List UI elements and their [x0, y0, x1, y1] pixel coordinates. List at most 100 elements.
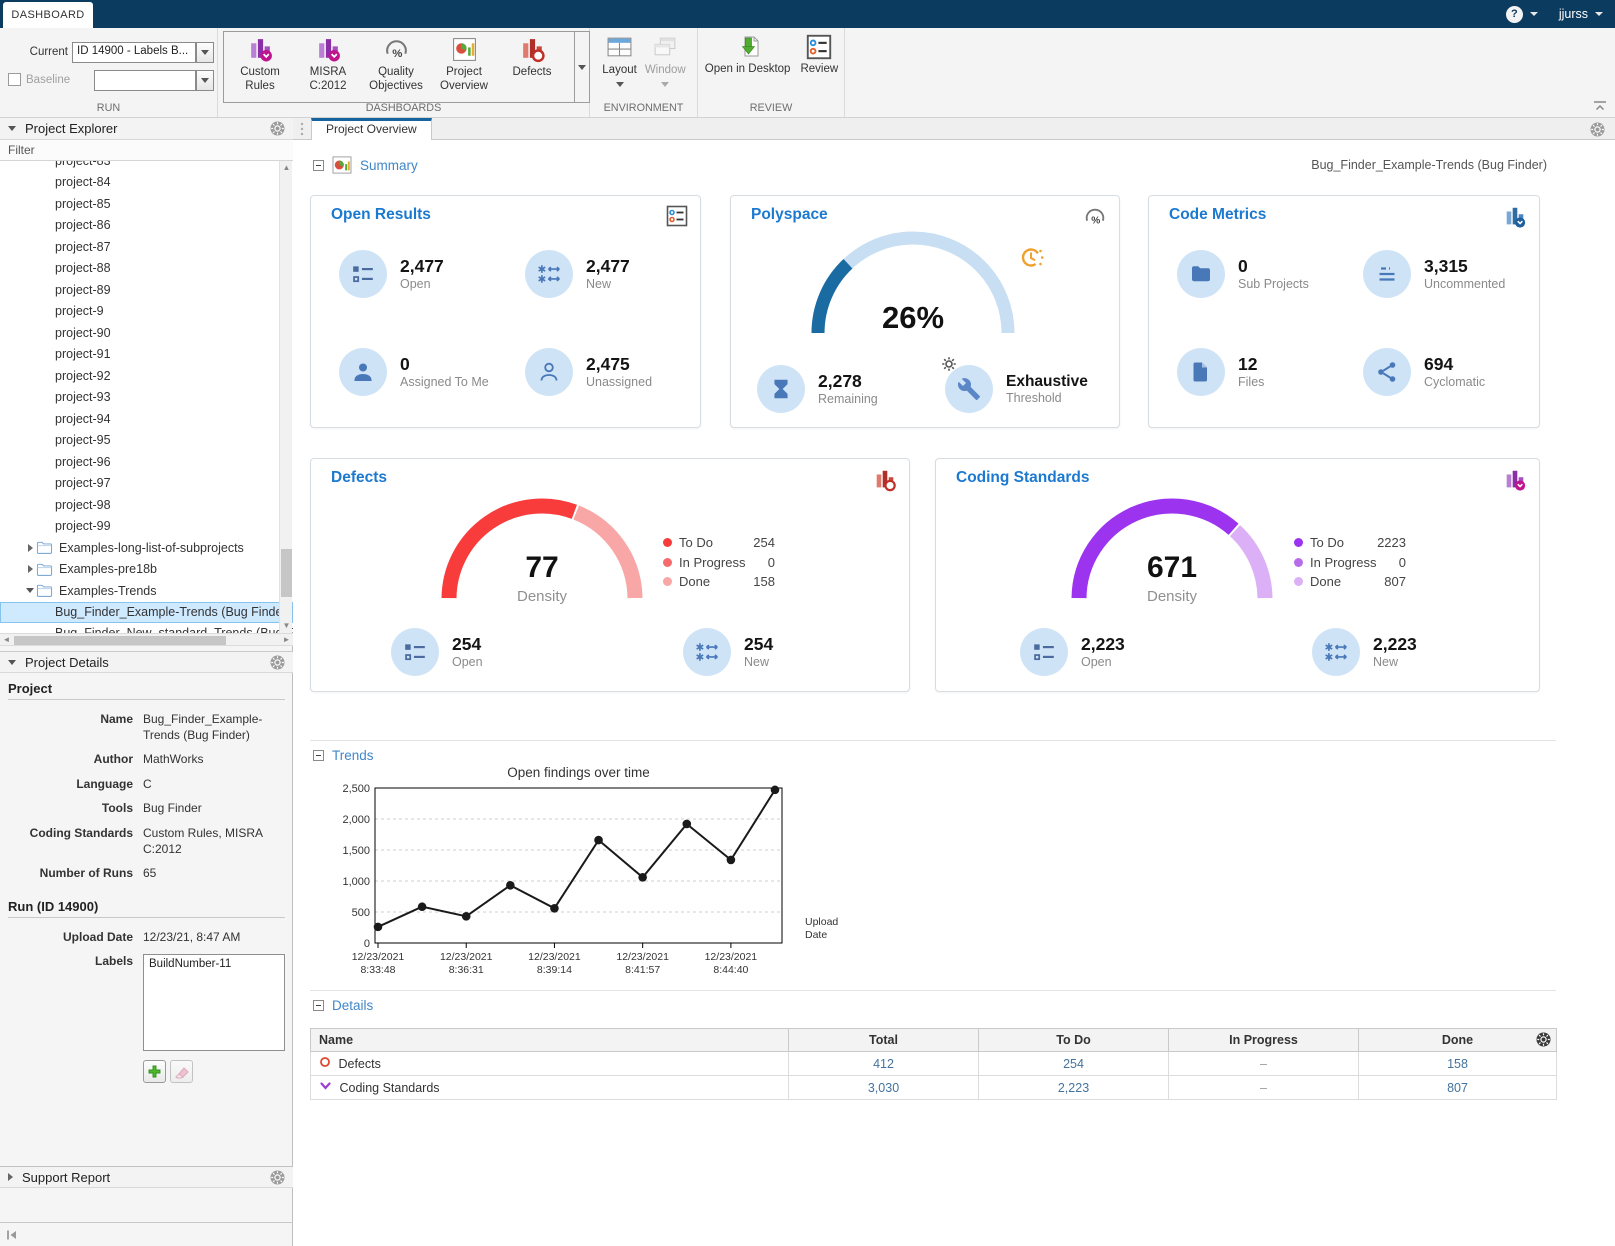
remove-label-button[interactable]	[170, 1060, 193, 1083]
table-row[interactable]: Coding Standards3,0302,223–807	[311, 1076, 1557, 1100]
tree-item[interactable]: project-83	[0, 161, 293, 172]
current-run-combo[interactable]: ID 14900 - Labels B...	[72, 42, 196, 63]
tree-item[interactable]: project-92	[0, 365, 293, 387]
row-name-cell[interactable]: Defects	[311, 1052, 789, 1076]
project-explorer-header[interactable]: Project Explorer	[0, 118, 293, 140]
tree-item[interactable]: Bug_Finder_Example-Trends (Bug Finder)	[0, 602, 293, 623]
tree-vertical-scrollbar[interactable]: ▲ ▼	[279, 161, 292, 633]
drag-grip-icon[interactable]	[300, 122, 304, 136]
column-header-to-do[interactable]: To Do	[979, 1029, 1169, 1052]
baseline-checkbox[interactable]	[8, 73, 21, 86]
collapse-sidebar-icon[interactable]	[6, 1230, 18, 1240]
project-details-header[interactable]: Project Details	[0, 651, 293, 673]
stat-remaining[interactable]: 2,278 Remaining	[757, 365, 878, 413]
scroll-down-icon[interactable]: ▼	[280, 620, 293, 632]
tree-item[interactable]: Examples-Trends	[0, 580, 293, 602]
row-value-cell[interactable]: 412	[789, 1052, 979, 1076]
stat-threshold[interactable]: Exhaustive Threshold	[945, 365, 1088, 413]
toolstrip-button-layout[interactable]: Layout	[602, 31, 637, 87]
tree-horizontal-scrollbar[interactable]: ◄ ►	[0, 633, 293, 646]
scroll-right-icon[interactable]: ►	[280, 634, 293, 645]
tree-item[interactable]: project-87	[0, 236, 293, 258]
stat-open[interactable]: 2,477 Open	[339, 250, 444, 298]
panel-menu-icon[interactable]	[270, 655, 285, 670]
help-icon[interactable]: ?	[1506, 6, 1523, 23]
column-header-done[interactable]: Done	[1359, 1029, 1557, 1052]
toolstrip-button-review[interactable]: Review	[800, 31, 838, 77]
user-caret-icon[interactable]	[1595, 12, 1603, 16]
stat-new[interactable]: 2,223 New	[1312, 628, 1417, 676]
tree-item[interactable]: project-9	[0, 301, 293, 323]
stat-uncommented[interactable]: 3,315 Uncommented	[1363, 250, 1505, 298]
table-settings-icon[interactable]	[1536, 1032, 1551, 1047]
tree-item[interactable]: project-97	[0, 473, 293, 495]
tree-item[interactable]: project-84	[0, 172, 293, 194]
tree-item[interactable]: project-90	[0, 322, 293, 344]
tree-item[interactable]: project-91	[0, 344, 293, 366]
baseline-combo[interactable]	[94, 70, 196, 91]
stat-cyclomatic[interactable]: 694 Cyclomatic	[1363, 348, 1485, 396]
collapse-summary-icon[interactable]	[313, 160, 324, 171]
stat-open[interactable]: 2,223 Open	[1020, 628, 1125, 676]
row-name-cell[interactable]: Coding Standards	[311, 1076, 789, 1100]
labels-listbox[interactable]: BuildNumber-11	[143, 954, 285, 1051]
add-label-button[interactable]	[143, 1060, 166, 1083]
toolstrip-button-open-in-desktop[interactable]: Open in Desktop	[705, 31, 791, 77]
stat-unassigned[interactable]: 2,475 Unassigned	[525, 348, 652, 396]
tree-item[interactable]: project-94	[0, 408, 293, 430]
caret-right-icon[interactable]	[24, 544, 36, 552]
help-caret-icon[interactable]	[1530, 12, 1538, 16]
tab-bar-menu-icon[interactable]	[1590, 122, 1605, 137]
tree-item[interactable]: project-88	[0, 258, 293, 280]
stat-open[interactable]: 254 Open	[391, 628, 483, 676]
tree-item[interactable]: Examples-long-list-of-subprojects	[0, 537, 293, 559]
row-value-cell[interactable]: 254	[979, 1052, 1169, 1076]
scroll-left-icon[interactable]: ◄	[0, 634, 13, 645]
tree-item[interactable]: Examples-pre18b	[0, 559, 293, 581]
row-value-cell[interactable]: 158	[1359, 1052, 1557, 1076]
stat-sub-projects[interactable]: 0 Sub Projects	[1177, 250, 1309, 298]
collapse-trends-icon[interactable]	[313, 750, 324, 761]
tree-item[interactable]: project-96	[0, 451, 293, 473]
stat-new[interactable]: 254 New	[683, 628, 773, 676]
support-report-header[interactable]: Support Report	[0, 1166, 293, 1188]
scroll-up-icon[interactable]: ▲	[280, 162, 293, 174]
panel-menu-icon[interactable]	[270, 1170, 285, 1185]
column-header-in-progress[interactable]: In Progress	[1169, 1029, 1359, 1052]
scrollbar-thumb[interactable]	[281, 549, 292, 597]
tree-item[interactable]: project-98	[0, 494, 293, 516]
column-header-total[interactable]: Total	[789, 1029, 979, 1052]
caret-down-icon[interactable]	[24, 588, 36, 593]
tree-item[interactable]: project-89	[0, 279, 293, 301]
tab-project-overview[interactable]: Project Overview	[311, 118, 432, 140]
panel-menu-icon[interactable]	[270, 121, 285, 136]
row-value-cell[interactable]: 3,030	[789, 1076, 979, 1100]
stat-files[interactable]: 12 Files	[1177, 348, 1264, 396]
caret-right-icon[interactable]	[24, 565, 36, 573]
current-run-combo-button[interactable]	[196, 42, 214, 63]
stat-new[interactable]: 2,477 New	[525, 250, 630, 298]
row-value-cell[interactable]: 2,223	[979, 1076, 1169, 1100]
scrollbar-thumb[interactable]	[14, 636, 226, 645]
toolstrip-button-misra-c2012[interactable]: MISRA C:2012	[294, 33, 362, 101]
tree-item[interactable]: project-86	[0, 215, 293, 237]
column-header-name[interactable]: Name	[311, 1029, 789, 1052]
toolstrip-button-project-overview[interactable]: Project Overview	[430, 33, 498, 101]
tree-item[interactable]: project-95	[0, 430, 293, 452]
tree-item[interactable]: project-99	[0, 516, 293, 538]
collapse-details-icon[interactable]	[313, 1000, 324, 1011]
tree-item[interactable]: Bug_Finder_New_standard_Trends (Bug Fi	[0, 623, 293, 634]
row-value-cell[interactable]: –	[1169, 1052, 1359, 1076]
tree-item[interactable]: project-85	[0, 193, 293, 215]
baseline-combo-button[interactable]	[196, 70, 214, 91]
filter-input[interactable]: Filter	[0, 140, 293, 161]
tree-item[interactable]: project-93	[0, 387, 293, 409]
toolstrip-button-custom-rules[interactable]: Custom Rules	[226, 33, 294, 101]
toolstrip-button-defects[interactable]: Defects	[498, 33, 566, 101]
table-row[interactable]: Defects412254–158	[311, 1052, 1557, 1076]
collapse-toolstrip-icon[interactable]	[1593, 101, 1607, 111]
toolstrip-button-quality-objectives[interactable]: %Quality Objectives	[362, 33, 430, 101]
stat-assigned-to-me[interactable]: 0 Assigned To Me	[339, 348, 489, 396]
dashboards-overflow-button[interactable]	[574, 31, 590, 103]
row-value-cell[interactable]: 807	[1359, 1076, 1557, 1100]
